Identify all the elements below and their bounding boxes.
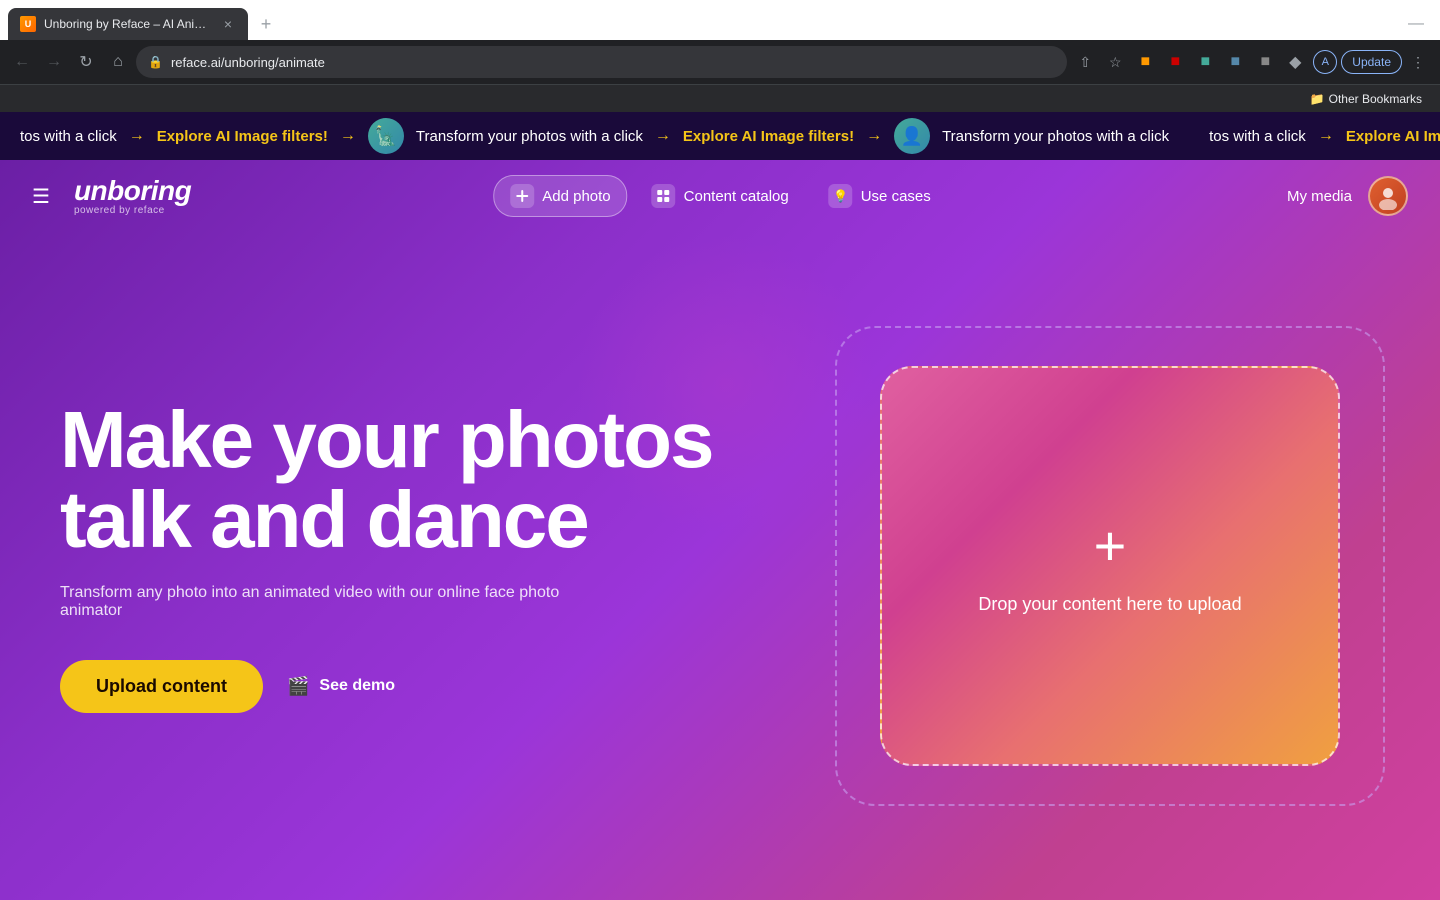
new-tab-button[interactable]: + bbox=[252, 10, 280, 38]
window-minimize-icon[interactable]: — bbox=[1400, 11, 1432, 37]
lock-icon: 🔒 bbox=[148, 55, 163, 69]
logo[interactable]: unboring powered by reface bbox=[74, 177, 191, 216]
ext4-icon[interactable]: ■ bbox=[1221, 48, 1249, 76]
hero-content: Make your photos talk and dance Transfor… bbox=[60, 400, 1380, 713]
hero-title: Make your photos talk and dance bbox=[60, 400, 1380, 560]
bookmarks-bar: 📁 Other Bookmarks bbox=[0, 84, 1440, 112]
active-tab[interactable]: U Unboring by Reface – AI Anim... × bbox=[8, 8, 248, 40]
demo-icon: 🎬 bbox=[287, 676, 309, 697]
ext3-icon[interactable]: ■ bbox=[1191, 48, 1219, 76]
update-button[interactable]: Update bbox=[1341, 50, 1402, 74]
marquee-item-dup: tos with a click → Explore AI Image filt… bbox=[1189, 118, 1440, 154]
add-photo-nav-link[interactable]: Add photo bbox=[493, 175, 627, 217]
marquee-arrow-icon: → bbox=[129, 127, 145, 145]
folder-icon: 📁 bbox=[1310, 92, 1325, 106]
hero-actions: Upload content 🎬 See demo bbox=[60, 660, 1380, 713]
tab-close-button[interactable]: × bbox=[220, 16, 236, 32]
address-bar-row: ← → ↻ ⌂ 🔒 reface.ai/unboring/animate ⇧ ☆… bbox=[0, 40, 1440, 84]
marquee-arrow-icon: → bbox=[655, 127, 671, 145]
profile-icon[interactable]: A bbox=[1311, 48, 1339, 76]
content-catalog-label: Content catalog bbox=[684, 188, 789, 205]
marquee-text: tos with a click bbox=[1209, 128, 1306, 145]
browser-chrome: U Unboring by Reface – AI Anim... × + — … bbox=[0, 0, 1440, 112]
back-button[interactable]: ← bbox=[8, 48, 36, 76]
hero-subtitle: Transform any photo into an animated vid… bbox=[60, 584, 580, 620]
app-container: ☰ unboring powered by reface Add photo bbox=[0, 160, 1440, 900]
ext1-icon[interactable]: ■ bbox=[1131, 48, 1159, 76]
user-avatar[interactable] bbox=[1368, 176, 1408, 216]
ext5-icon[interactable]: ■ bbox=[1251, 48, 1279, 76]
marquee-avatar: 🗽 bbox=[368, 118, 404, 154]
share-icon[interactable]: ⇧ bbox=[1071, 48, 1099, 76]
tab-title: Unboring by Reface – AI Anim... bbox=[44, 17, 212, 31]
hamburger-menu[interactable]: ☰ bbox=[32, 184, 50, 209]
my-media-link[interactable]: My media bbox=[1287, 188, 1352, 205]
marquee-avatar: 👤 bbox=[894, 118, 930, 154]
logo-text: unboring bbox=[74, 177, 191, 205]
upload-content-button[interactable]: Upload content bbox=[60, 660, 263, 713]
nav-right: My media bbox=[1287, 176, 1408, 216]
content-catalog-icon bbox=[652, 184, 676, 208]
use-cases-nav-link[interactable]: 💡 Use cases bbox=[813, 176, 947, 216]
demo-label: See demo bbox=[319, 677, 395, 695]
use-cases-label: Use cases bbox=[861, 188, 931, 205]
bookmark-icon[interactable]: ☆ bbox=[1101, 48, 1129, 76]
use-cases-icon: 💡 bbox=[829, 184, 853, 208]
nav-links: Add photo Content catalog 💡 Use cases bbox=[493, 175, 947, 217]
tab-favicon: U bbox=[20, 16, 36, 32]
marquee-cta[interactable]: Explore AI Image filters! bbox=[683, 128, 854, 145]
marquee-arrow-icon: → bbox=[866, 127, 882, 145]
marquee-item: tos with a click → Explore AI Image filt… bbox=[0, 118, 1189, 154]
marquee-text: tos with a click bbox=[20, 128, 117, 145]
other-bookmarks[interactable]: 📁 Other Bookmarks bbox=[1304, 90, 1428, 108]
marquee-track: tos with a click → Explore AI Image filt… bbox=[0, 118, 1440, 154]
see-demo-button[interactable]: 🎬 See demo bbox=[287, 676, 395, 697]
url-text: reface.ai/unboring/animate bbox=[171, 55, 1055, 70]
marquee-text: Transform your photos with a click bbox=[942, 128, 1169, 145]
marquee-arrow-icon: → bbox=[340, 127, 356, 145]
marquee-cta[interactable]: Explore AI Image filters! bbox=[157, 128, 328, 145]
window-controls: — bbox=[1400, 11, 1432, 37]
ext6-icon[interactable]: ◆ bbox=[1281, 48, 1309, 76]
more-menu-icon[interactable]: ⋮ bbox=[1404, 48, 1432, 76]
hero-title-line1: Make your photos bbox=[60, 395, 713, 484]
hero-title-line2: talk and dance bbox=[60, 475, 588, 564]
add-photo-label: Add photo bbox=[542, 188, 610, 205]
hero-section: Make your photos talk and dance Transfor… bbox=[0, 232, 1440, 900]
logo-subtitle: powered by reface bbox=[74, 205, 191, 216]
home-button[interactable]: ⌂ bbox=[104, 48, 132, 76]
marquee-banner: tos with a click → Explore AI Image filt… bbox=[0, 112, 1440, 160]
marquee-cta[interactable]: Explore AI Image filters! bbox=[1346, 128, 1440, 145]
bookmark-label: Other Bookmarks bbox=[1329, 92, 1422, 106]
forward-button[interactable]: → bbox=[40, 48, 68, 76]
main-nav: ☰ unboring powered by reface Add photo bbox=[0, 160, 1440, 232]
content-catalog-nav-link[interactable]: Content catalog bbox=[636, 176, 805, 216]
marquee-text: Transform your photos with a click bbox=[416, 128, 643, 145]
reload-button[interactable]: ↻ bbox=[72, 48, 100, 76]
add-photo-icon bbox=[510, 184, 534, 208]
profile-button[interactable]: A bbox=[1313, 50, 1337, 74]
ext2-icon[interactable]: ■ bbox=[1161, 48, 1189, 76]
tab-bar: U Unboring by Reface – AI Anim... × + — bbox=[0, 0, 1440, 40]
marquee-arrow-icon: → bbox=[1318, 127, 1334, 145]
toolbar-icons: ⇧ ☆ ■ ■ ■ ■ ■ ◆ A Update ⋮ bbox=[1071, 48, 1432, 76]
address-bar[interactable]: 🔒 reface.ai/unboring/animate bbox=[136, 46, 1067, 78]
